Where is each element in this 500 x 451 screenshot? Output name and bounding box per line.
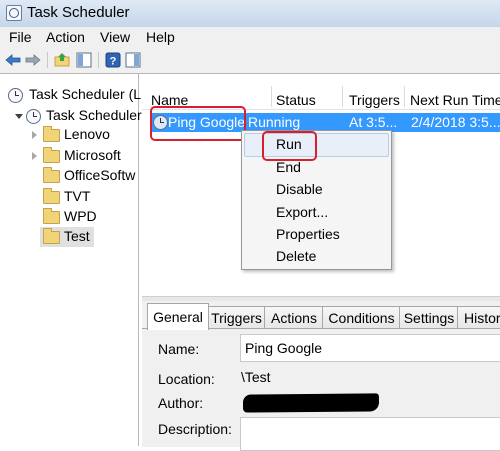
tree-item-folder[interactable]: WPD <box>0 207 138 227</box>
column-divider[interactable] <box>404 86 405 107</box>
properties-pane-icon[interactable] <box>125 52 141 68</box>
tree-item-label: Task Scheduler <box>46 107 142 123</box>
tree-item-root[interactable]: Task Scheduler (L <box>0 85 142 105</box>
tree-item-label: Task Scheduler (L <box>29 86 142 102</box>
tab-conditions[interactable]: Conditions <box>322 306 401 329</box>
column-divider[interactable] <box>271 86 272 107</box>
tree-item-folder[interactable]: Lenovo <box>0 125 138 145</box>
folder-icon <box>43 208 60 224</box>
toolbar: ? <box>0 48 500 74</box>
menu-item-delete[interactable]: Delete <box>276 248 316 264</box>
tree-item-folder[interactable]: OfficeSoftw <box>0 166 138 186</box>
tab-actions[interactable]: Actions <box>264 306 324 329</box>
expand-arrow-icon[interactable] <box>32 131 37 139</box>
highlight-box <box>262 131 317 161</box>
tree-item-label: WPD <box>64 208 97 224</box>
svg-text:?: ? <box>110 56 117 68</box>
up-folder-icon[interactable] <box>54 52 70 68</box>
name-value: Ping Google <box>245 340 323 356</box>
toolbar-separator <box>47 52 48 68</box>
menu-file[interactable]: File <box>9 29 32 45</box>
folder-icon <box>43 228 60 244</box>
tab-general[interactable]: General <box>147 303 209 330</box>
task-status-cell: Running <box>248 114 301 130</box>
column-header-triggers[interactable]: Triggers <box>349 92 400 108</box>
menu-bar: File Action View Help <box>0 27 500 49</box>
tab-history[interactable]: History <box>457 306 500 329</box>
menu-help[interactable]: Help <box>146 29 175 45</box>
folder-icon <box>43 188 60 204</box>
tree-item-folder[interactable]: Microsoft <box>0 146 138 166</box>
tab-settings[interactable]: Settings <box>399 306 459 329</box>
tree-item-label: OfficeSoftw <box>64 167 136 183</box>
tree-item-library[interactable]: Task Scheduler <box>0 106 142 126</box>
expand-arrow-icon[interactable] <box>32 152 37 160</box>
back-arrow-icon[interactable] <box>5 52 21 68</box>
name-label: Name: <box>158 341 200 357</box>
tree-item-label: Test <box>64 228 90 244</box>
task-next-run-cell: 2/4/2018 3:5... <box>411 114 500 130</box>
author-label: Author: <box>158 395 204 411</box>
tree-item-folder[interactable]: TVT <box>0 187 138 207</box>
help-icon[interactable]: ? <box>105 52 121 68</box>
description-label: Description: <box>158 421 232 437</box>
tab-triggers[interactable]: Triggers <box>207 306 266 329</box>
column-header-next-run[interactable]: Next Run Time <box>410 92 500 108</box>
clock-icon <box>26 109 41 124</box>
location-label: Location: <box>158 371 215 387</box>
clock-icon <box>8 88 23 103</box>
collapse-arrow-icon[interactable] <box>15 114 23 119</box>
window-title: Task Scheduler <box>27 4 130 21</box>
location-value: \Test <box>241 369 271 385</box>
show-hide-pane-icon[interactable] <box>76 52 92 68</box>
redaction-scribble <box>242 393 380 413</box>
column-divider[interactable] <box>342 86 343 107</box>
tree-item-label: Microsoft <box>64 147 121 163</box>
forward-arrow-icon[interactable] <box>25 52 41 68</box>
tree-item-folder-selected[interactable]: Test <box>40 227 94 247</box>
menu-item-properties[interactable]: Properties <box>276 226 340 242</box>
tree-item-label: Lenovo <box>64 126 110 142</box>
highlight-box <box>150 106 246 141</box>
navigation-tree: Task Scheduler (L Task Scheduler Lenovo … <box>0 74 142 446</box>
folder-icon <box>43 167 60 183</box>
column-header-status[interactable]: Status <box>276 92 316 108</box>
task-scheduler-app-icon <box>6 5 22 21</box>
tree-item-label: TVT <box>64 188 91 204</box>
menu-item-disable[interactable]: Disable <box>276 181 323 197</box>
general-tab-panel: Name: Ping Google Location: \Test Author… <box>142 328 500 451</box>
tab-strip: General Triggers Actions Conditions Sett… <box>142 301 500 330</box>
menu-view[interactable]: View <box>100 29 130 45</box>
menu-action[interactable]: Action <box>46 29 85 45</box>
menu-item-end[interactable]: End <box>276 159 301 175</box>
menu-item-export[interactable]: Export... <box>276 204 328 220</box>
title-bar: Task Scheduler <box>0 0 500 28</box>
folder-icon <box>43 147 60 163</box>
toolbar-separator <box>98 52 99 68</box>
task-triggers-cell: At 3:5... <box>349 114 398 130</box>
name-field[interactable]: Ping Google <box>240 334 500 362</box>
folder-icon <box>43 126 60 142</box>
